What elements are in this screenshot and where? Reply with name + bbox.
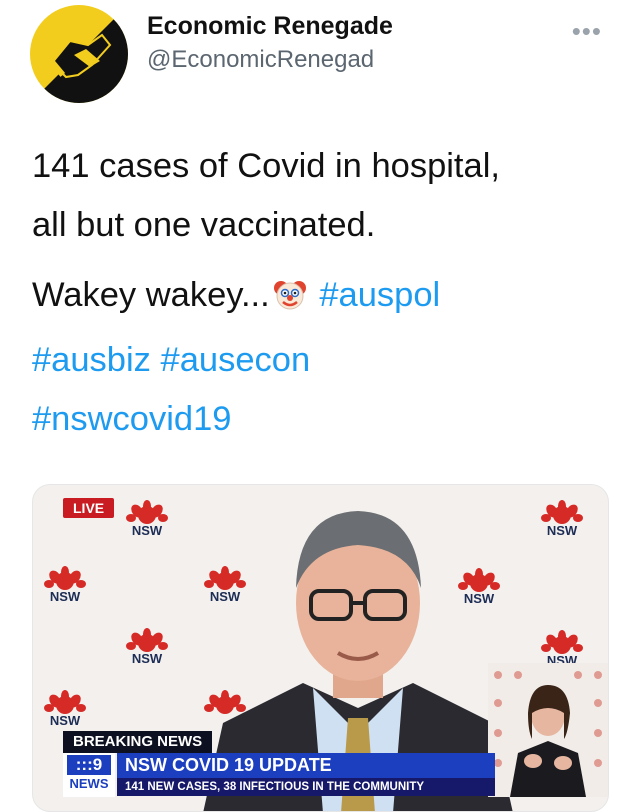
hashtag-link[interactable]: #nswcovid19 xyxy=(32,400,231,438)
clown-face-icon xyxy=(273,272,307,331)
nsw-logo: NSW xyxy=(123,499,171,538)
headline-bar: NSW COVID 19 UPDATE xyxy=(117,753,495,778)
avatar[interactable] xyxy=(30,5,128,103)
nsw-logo-text: NSW xyxy=(546,523,578,538)
handshake-icon xyxy=(30,5,128,103)
more-options-icon[interactable]: ••• xyxy=(572,16,602,47)
live-badge: LIVE xyxy=(63,498,115,518)
video-thumbnail[interactable]: NSW NSW NSW NSW NSW NSW NSW NSW LIVE BRE… xyxy=(32,484,609,812)
hashtag-link[interactable]: #ausecon xyxy=(161,341,311,379)
tweet-line-1: 141 cases of Covid in hospital, xyxy=(32,147,500,185)
nsw-logo: NSW xyxy=(538,629,586,668)
user-handle[interactable]: @EconomicRenegad xyxy=(147,46,374,74)
nsw-logo: NSW xyxy=(41,689,89,728)
subheadline-bar: 141 NEW CASES, 38 INFECTIOUS IN THE COMM… xyxy=(117,778,495,796)
hashtag-link[interactable]: #ausbiz xyxy=(32,341,151,379)
nsw-logo-text: NSW xyxy=(131,523,163,538)
tweet-header: Economic Renegade @EconomicRenegad ••• xyxy=(0,0,640,120)
nsw-logo-text: NSW xyxy=(131,651,163,666)
breaking-news-label: BREAKING NEWS xyxy=(63,731,213,753)
tweet-wakey-text: Wakey wakey... xyxy=(32,276,270,314)
channel-number: :::9 xyxy=(67,755,111,775)
channel-label: NEWS xyxy=(69,776,109,791)
news-lower-third: :::9 NEWS NSW COVID 19 UPDATE 141 NEW CA… xyxy=(63,753,503,797)
nsw-logo-text: NSW xyxy=(49,589,81,604)
nsw-logo: NSW xyxy=(41,565,89,604)
sign-interpreter-inset xyxy=(488,663,608,797)
nsw-logo: NSW xyxy=(123,627,171,666)
tweet-paragraph: Wakey wakey... #auspol #ausbiz #ausecon … xyxy=(32,266,612,449)
channel-nine-logo: :::9 NEWS xyxy=(63,753,115,797)
tweet-line: 141 cases of Covid in hospital, all but o… xyxy=(32,137,612,255)
nsw-logo: NSW xyxy=(538,499,586,538)
hashtag-link[interactable]: #auspol xyxy=(319,276,440,314)
tweet-text: 141 cases of Covid in hospital, all but o… xyxy=(32,137,612,449)
tweet-line-2: all but one vaccinated. xyxy=(32,206,376,244)
nsw-logo-text: NSW xyxy=(49,713,81,728)
display-name[interactable]: Economic Renegade xyxy=(147,12,393,41)
